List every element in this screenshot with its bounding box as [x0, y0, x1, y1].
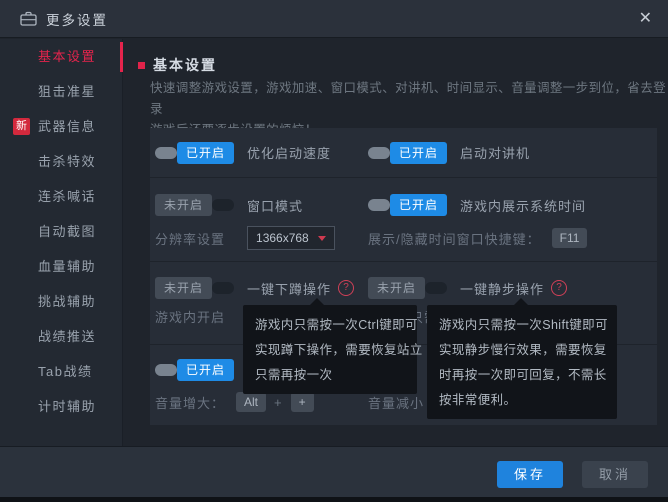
key-badge-alt: Alt [236, 392, 266, 412]
toggle-voice-chat[interactable]: 已开启 [368, 142, 447, 164]
tooltip-line: 实现静步慢行效果，需要恢复 [439, 338, 605, 363]
plus-separator: + [274, 395, 282, 410]
toggle-knob [368, 147, 390, 159]
sidebar-item-label: 战绩推送 [38, 329, 96, 344]
setting-group-startup: 已开启 优化启动速度 已开启 启动对讲机 [150, 128, 657, 178]
toggle-volume-hotkeys[interactable]: 已开启 [155, 359, 234, 381]
setting-label: 一键下蹲操作 [247, 279, 331, 298]
sidebar-item-label: 狙击准星 [38, 84, 96, 99]
resolution-label: 分辨率设置 [155, 229, 225, 248]
sidebar-item-weapon-info[interactable]: 新 武器信息 [0, 109, 122, 144]
tooltip-line: 游戏内只需按一次Ctrl键即可 [255, 313, 405, 338]
window-bottom-edge [0, 497, 668, 502]
footer-bar: 保存 取消 [0, 446, 668, 497]
toggle-window-mode[interactable]: 未开启 [155, 194, 234, 216]
sidebar-item-label: 挑战辅助 [38, 294, 96, 309]
toggle-knob [212, 199, 234, 211]
tooltip-silent-walk: 游戏内只需按一次Shift键即可 实现静步慢行效果，需要恢复 时再按一次即可回复… [427, 305, 617, 419]
dialog-title: 更多设置 [46, 9, 108, 29]
key-badge-plus: + [291, 392, 314, 412]
sidebar-item-label: 自动截图 [38, 224, 96, 239]
help-icon-silent-walk[interactable]: ? [551, 280, 567, 296]
setting-label: 窗口模式 [247, 196, 303, 215]
tooltip-crouch: 游戏内只需按一次Ctrl键即可 实现蹲下操作，需要恢复站立 只需再按一次 [243, 305, 417, 394]
section-bullet [138, 62, 145, 69]
toggle-state-label: 未开启 [155, 194, 212, 216]
tooltip-line: 实现蹲下操作，需要恢复站立 [255, 338, 405, 363]
toolbox-icon [20, 11, 37, 26]
sidebar-item-kill-effects[interactable]: 击杀特效 [0, 144, 122, 179]
section-title: 基本设置 [153, 55, 217, 75]
toggle-knob [155, 147, 177, 159]
resolution-select[interactable]: 1366x768 [247, 226, 335, 250]
toggle-one-key-crouch[interactable]: 未开启 [155, 277, 234, 299]
toggle-knob [425, 282, 447, 294]
hotkey-badge-f11: F11 [552, 228, 588, 248]
sidebar-item-label: 血量辅助 [38, 259, 96, 274]
toggle-state-label: 未开启 [368, 277, 425, 299]
resolution-value: 1366x768 [256, 231, 309, 245]
sidebar-item-sniper-crosshair[interactable]: 狙击准星 [0, 74, 122, 109]
tooltip-line: 只需再按一次 [255, 363, 405, 388]
sidebar-item-basic-settings[interactable]: 基本设置 [0, 39, 122, 74]
tooltip-line: 按非常便利。 [439, 388, 605, 413]
setting-label: 启动对讲机 [460, 143, 530, 162]
titlebar: 更多设置 ✕ [0, 0, 668, 38]
help-icon-crouch[interactable]: ? [338, 280, 354, 296]
sidebar-item-stats-push[interactable]: 战绩推送 [0, 319, 122, 354]
caret-down-icon [318, 236, 326, 241]
setting-label: 一键静步操作 [460, 279, 544, 298]
sidebar-item-tab-stats[interactable]: Tab战绩 [0, 354, 122, 389]
time-hotkey-label: 展示/隐藏时间窗口快捷键： [368, 229, 541, 248]
toggle-state-label: 未开启 [155, 277, 212, 299]
sidebar: 基本设置 狙击准星 新 武器信息 击杀特效 连杀喊话 自动截图 血量辅助 挑战辅… [0, 39, 123, 447]
cancel-button[interactable]: 取消 [582, 461, 648, 488]
setting-label: 优化启动速度 [247, 143, 331, 162]
sidebar-item-timer-assist[interactable]: 计时辅助 [0, 389, 122, 424]
tooltip-arrow [514, 298, 528, 305]
sidebar-item-auto-screenshot[interactable]: 自动截图 [0, 214, 122, 249]
toggle-optimize-launch-speed[interactable]: 已开启 [155, 142, 234, 164]
tooltip-arrow [310, 298, 324, 305]
toggle-state-label: 已开启 [390, 142, 447, 164]
tooltip-line: 游戏内只需按一次Shift键即可 [439, 313, 605, 338]
setting-label: 游戏内展示系统时间 [460, 196, 586, 215]
toggle-state-label: 已开启 [177, 359, 234, 381]
sidebar-item-killstreak-voice[interactable]: 连杀喊话 [0, 179, 122, 214]
toggle-one-key-silent-walk[interactable]: 未开启 [368, 277, 447, 299]
section-header: 基本设置 [138, 55, 217, 75]
sidebar-item-health-assist[interactable]: 血量辅助 [0, 249, 122, 284]
sidebar-item-label: 击杀特效 [38, 154, 96, 169]
setting-group-window-time: 未开启 窗口模式 已开启 游戏内展示系统时间 分辨率设置 [150, 178, 657, 262]
close-icon[interactable]: ✕ [639, 9, 652, 29]
description-line: 快速调整游戏设置，游戏加速、窗口模式、对讲机、时间显示、音量调整一步到位，省去登… [150, 78, 668, 120]
toggle-state-label: 已开启 [390, 194, 447, 216]
sidebar-item-label: 武器信息 [38, 119, 96, 134]
tooltip-line: 时再按一次即可回复，不需长 [439, 363, 605, 388]
new-badge: 新 [13, 118, 30, 135]
save-button[interactable]: 保存 [497, 461, 563, 488]
sidebar-item-label: 连杀喊话 [38, 189, 96, 204]
toggle-knob [212, 282, 234, 294]
toggle-knob [368, 199, 390, 211]
sidebar-item-label: 基本设置 [38, 49, 96, 64]
toggle-state-label: 已开启 [177, 142, 234, 164]
crouch-hint-text: 游戏内开启 [155, 307, 225, 326]
volume-up-label: 音量增大： [155, 393, 225, 412]
toggle-show-system-time[interactable]: 已开启 [368, 194, 447, 216]
volume-down-label: 音量减小 [368, 393, 424, 412]
sidebar-item-label: 计时辅助 [38, 399, 96, 414]
sidebar-item-challenge-assist[interactable]: 挑战辅助 [0, 284, 122, 319]
sidebar-item-label: Tab战绩 [38, 364, 92, 379]
toggle-knob [155, 364, 177, 376]
